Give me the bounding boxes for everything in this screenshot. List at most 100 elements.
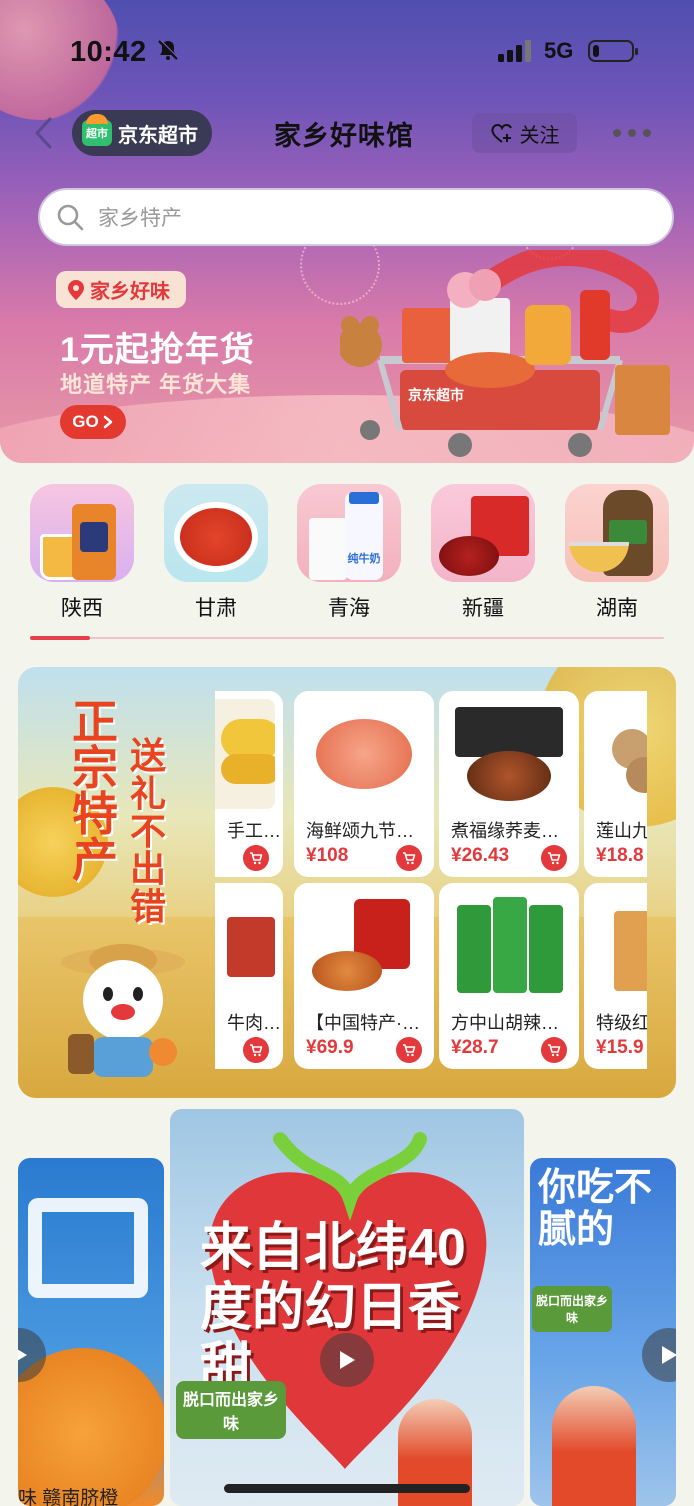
product-name: 方中山胡辣… <box>451 1013 559 1033</box>
presenter-art <box>552 1386 636 1506</box>
slogan-line-2: 送礼不出错 <box>130 735 167 928</box>
product-name: 莲山九 <box>596 821 647 841</box>
video-headline: 你吃不腻的 <box>538 1167 653 1251</box>
product-name: 手工… <box>227 821 281 841</box>
product-price: ¥108 <box>306 845 349 866</box>
product-carousel: 手工… 海鲜颂九节… ¥108 煮福缘荞麦… ¥26.43 莲山九 ¥18.8 … <box>215 691 647 1077</box>
product-card[interactable]: 【中国特产·… ¥69.9 <box>294 883 434 1069</box>
product-price: ¥28.7 <box>451 1037 499 1058</box>
add-to-cart-icon[interactable] <box>541 1037 567 1063</box>
product-price: ¥18.8 <box>596 845 644 866</box>
region-category-row: 陕西 甘肃 纯牛奶 青海 新疆 湖南 <box>0 484 694 624</box>
battery-level <box>593 45 599 57</box>
location-pin-icon <box>68 279 84 300</box>
home-indicator <box>224 1484 470 1493</box>
product-card[interactable]: 牛肉… <box>215 883 283 1069</box>
product-image <box>302 891 426 1001</box>
hero-banner: 京东超市 10:42 5G 超市 京东超市 家乡好味馆 关注 家乡特产 家乡好味… <box>0 0 694 463</box>
banner-tag: 家乡好味 <box>56 271 186 308</box>
follow-button[interactable]: 关注 <box>472 113 577 153</box>
slogan-line-1: 正宗特产 <box>72 696 118 886</box>
product-card[interactable]: 手工… <box>215 691 283 877</box>
product-image <box>592 891 647 1001</box>
joy-mascot-illustration <box>61 944 185 1077</box>
category-label: 陕西 <box>61 597 103 620</box>
network-type: 5G <box>544 38 574 63</box>
product-image <box>302 699 426 809</box>
play-button-icon[interactable] <box>642 1328 676 1382</box>
product-price: ¥26.43 <box>451 845 510 866</box>
category-xinjiang[interactable]: 新疆 <box>431 484 535 622</box>
search-bar[interactable]: 家乡特产 <box>38 188 674 246</box>
battery-icon <box>588 40 638 62</box>
product-card[interactable]: 煮福缘荞麦… ¥26.43 <box>439 691 579 877</box>
bell-muted-icon <box>158 39 179 60</box>
search-icon <box>57 204 84 231</box>
category-image <box>431 484 535 582</box>
category-label: 湖南 <box>596 597 638 620</box>
scroll-thumb <box>30 636 90 640</box>
product-image <box>447 891 571 1001</box>
category-label: 新疆 <box>462 597 504 620</box>
follow-label: 关注 <box>519 124 560 147</box>
add-to-cart-icon[interactable] <box>541 845 567 871</box>
go-button[interactable]: GO <box>60 405 126 439</box>
supermarket-logo-icon: 超市 <box>82 114 112 146</box>
chevron-right-icon <box>103 415 112 429</box>
product-image <box>215 699 275 809</box>
category-scroll-indicator <box>30 636 664 640</box>
more-icon[interactable] <box>612 128 652 138</box>
product-image <box>447 699 571 809</box>
category-label: 甘肃 <box>195 597 237 620</box>
product-card[interactable]: 方中山胡辣… ¥28.7 <box>439 883 579 1069</box>
banner-headline: 1元起抢年货 <box>60 331 255 369</box>
top-nav: 超市 京东超市 家乡好味馆 关注 <box>0 110 694 156</box>
video-card-right[interactable]: 你吃不腻的 脱口而出家乡味 <box>530 1158 676 1506</box>
add-to-cart-icon[interactable] <box>396 1037 422 1063</box>
category-image <box>565 484 669 582</box>
video-badge: 脱口而出家乡味 <box>176 1381 286 1439</box>
go-label: GO <box>72 412 99 431</box>
category-label: 青海 <box>328 597 370 620</box>
category-shaanxi[interactable]: 陕西 <box>30 484 134 622</box>
cart-brand-text: 京东超市 <box>408 387 464 403</box>
video-badge: 脱口而出家乡味 <box>532 1286 612 1332</box>
product-image <box>592 699 647 809</box>
product-card[interactable]: 海鲜颂九节… ¥108 <box>294 691 434 877</box>
category-image <box>30 484 134 582</box>
status-time: 10:42 <box>70 36 147 68</box>
video-card-center[interactable]: 来自北纬40度的幻日香甜 脱口而出家乡味 <box>170 1109 524 1506</box>
play-button-icon[interactable] <box>320 1333 374 1387</box>
add-to-cart-icon[interactable] <box>396 845 422 871</box>
category-qinghai[interactable]: 纯牛奶 青海 <box>297 484 401 622</box>
calligraphy-art <box>28 1198 148 1298</box>
search-placeholder: 家乡特产 <box>98 207 182 230</box>
product-card[interactable]: 莲山九 ¥18.8 <box>584 691 647 877</box>
add-to-cart-icon[interactable] <box>243 1037 269 1063</box>
add-to-cart-icon[interactable] <box>243 845 269 871</box>
shopping-cart-illustration: 京东超市 <box>340 250 670 457</box>
back-arrow-icon[interactable] <box>32 116 56 150</box>
product-name: 【中国特产·… <box>306 1013 420 1033</box>
category-hunan[interactable]: 湖南 <box>565 484 669 622</box>
product-image <box>215 891 275 1001</box>
product-card[interactable]: 特级红 ¥15.9 <box>584 883 647 1069</box>
specialty-promo-panel: 正宗特产 送礼不出错 手工… 海鲜颂九节… ¥108 煮福缘荞麦… ¥26.43… <box>18 667 676 1098</box>
banner-subline: 地道特产 年货大集 <box>60 372 252 397</box>
status-bar: 10:42 5G <box>0 0 694 100</box>
banner-tag-label: 家乡好味 <box>90 281 170 303</box>
product-name: 特级红 <box>596 1013 647 1033</box>
product-price: ¥15.9 <box>596 1037 644 1058</box>
video-card-left[interactable]: 味 赣南脐橙 <box>18 1158 164 1506</box>
category-image <box>164 484 268 582</box>
heart-plus-icon <box>490 124 512 143</box>
product-name: 牛肉… <box>227 1013 281 1033</box>
product-name: 煮福缘荞麦… <box>451 821 559 841</box>
jd-supermarket-badge[interactable]: 超市 京东超市 <box>72 110 212 156</box>
product-price: ¥69.9 <box>306 1037 354 1058</box>
category-gansu[interactable]: 甘肃 <box>164 484 268 622</box>
category-image: 纯牛奶 <box>297 484 401 582</box>
video-caption: 味 赣南脐橙 <box>18 1488 119 1506</box>
page-title: 家乡好味馆 <box>274 121 414 151</box>
product-name: 海鲜颂九节… <box>306 821 414 841</box>
